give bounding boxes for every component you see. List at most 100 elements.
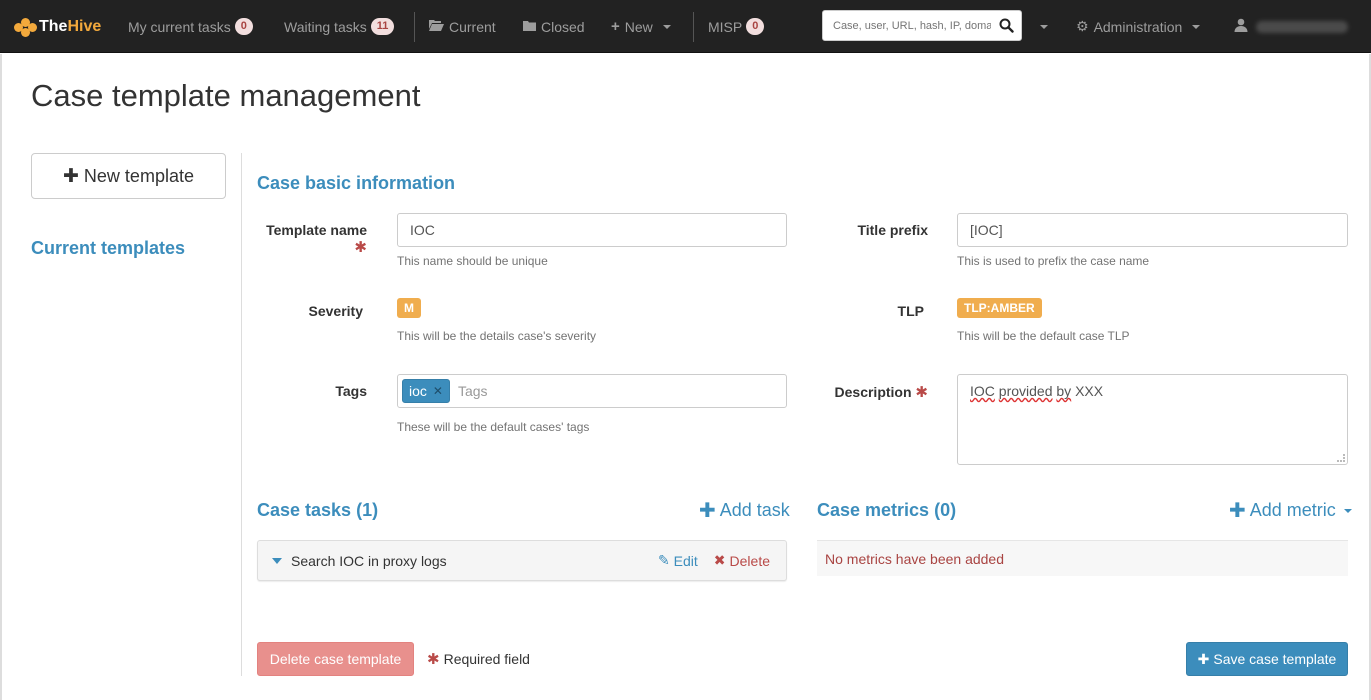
case-tasks-heading: Case tasks (1) [257, 500, 379, 520]
add-task-label: Add task [719, 500, 790, 520]
description-word: IOC [970, 383, 995, 399]
tag-chip-label: ioc [409, 383, 427, 399]
delete-task-button[interactable]: ✖ Delete [714, 552, 770, 569]
description-textarea[interactable]: IOC provided by XXX [957, 374, 1348, 465]
chevron-down-icon [1192, 24, 1201, 29]
search-icon[interactable] [991, 11, 1021, 40]
search-options-dropdown[interactable] [1030, 0, 1048, 53]
nav-misp[interactable]: MISP 0 [708, 0, 765, 53]
description-word: by [1056, 383, 1072, 399]
global-search [822, 10, 1022, 41]
edit-task-label: Edit [673, 552, 698, 569]
delete-task-label: Delete [729, 552, 770, 569]
required-asterisk-icon: ✱ [354, 239, 367, 256]
nav-divider [414, 12, 415, 42]
misp-count-badge: 0 [746, 18, 765, 35]
metrics-empty-message: No metrics have been added [817, 540, 1348, 576]
template-name-input[interactable]: IOC [397, 213, 787, 247]
close-icon: ✖ [713, 552, 726, 568]
add-task-button[interactable]: ✚ Add task [699, 498, 790, 523]
nav-closed[interactable]: Closed [523, 0, 585, 53]
chevron-down-icon [1343, 508, 1352, 513]
pencil-icon: ✎ [657, 552, 670, 568]
nav-current[interactable]: Current [429, 0, 496, 53]
template-name-help: This name should be unique [397, 254, 548, 268]
nav-current-label: Current [449, 18, 496, 35]
folder-icon [523, 20, 536, 34]
search-input[interactable] [823, 11, 991, 40]
tag-chip: ioc ✕ [402, 379, 450, 403]
new-template-label: New template [83, 165, 194, 186]
new-template-button[interactable]: ✚ New template [31, 153, 226, 199]
tlp-help: This will be the default case TLP [957, 329, 1130, 343]
title-prefix-label: Title prefix [857, 222, 928, 238]
chevron-down-icon [662, 24, 671, 29]
brand-logo[interactable]: The Hive [14, 0, 101, 53]
title-prefix-help: This is used to prefix the case name [957, 254, 1150, 268]
resize-handle-icon[interactable] [1337, 454, 1345, 462]
delete-case-template-button[interactable]: Delete case template [257, 642, 414, 676]
plus-icon: ✚ [1229, 500, 1246, 522]
nav-user-menu[interactable] [1234, 0, 1348, 53]
basic-info-heading: Case basic information [257, 173, 456, 193]
save-case-template-label: Save case template [1213, 651, 1337, 667]
required-field-note: ✱ Required field [427, 650, 530, 668]
plus-icon: ✚ [63, 165, 79, 187]
waiting-tasks-count-badge: 11 [370, 18, 395, 35]
description-label-text: Description [834, 384, 912, 400]
nav-waiting-tasks-label: Waiting tasks [284, 18, 367, 35]
severity-selector[interactable]: M [397, 298, 421, 318]
task-name: Search IOC in proxy logs [291, 552, 447, 569]
description-label: Description ✱ [818, 383, 928, 401]
description-word: provided [998, 383, 1053, 399]
hive-logo-icon [14, 17, 37, 37]
case-metrics-heading: Case metrics (0) [817, 500, 957, 520]
nav-divider [693, 12, 694, 42]
template-name-label: Template name ✱ [257, 222, 367, 256]
nav-waiting-tasks[interactable]: Waiting tasks 11 [284, 0, 395, 53]
add-metric-dropdown[interactable]: ✚ Add metric [1229, 498, 1352, 523]
task-item[interactable]: Search IOC in proxy logs ✎ Edit ✖ Delete [257, 540, 787, 581]
gear-icon: ⚙ [1076, 18, 1089, 34]
nav-administration-label: Administration [1093, 18, 1183, 35]
top-navbar: The Hive My current tasks 0 Waiting tasks… [0, 0, 1371, 53]
brand-the: The [39, 17, 68, 35]
plus-icon: ✚ [699, 500, 716, 522]
required-asterisk-icon: ✱ [427, 651, 440, 668]
nav-administration[interactable]: ⚙ Administration [1076, 0, 1201, 53]
nav-my-current-tasks[interactable]: My current tasks 0 [128, 0, 253, 53]
sidebar-divider [241, 153, 242, 676]
tlp-selector[interactable]: TLP:AMBER [957, 298, 1042, 318]
nav-closed-label: Closed [541, 18, 585, 35]
required-asterisk-icon: ✱ [915, 384, 928, 401]
severity-label: Severity [308, 303, 363, 319]
tags-help: These will be the default cases' tags [397, 420, 590, 434]
current-templates-heading: Current templates [31, 238, 186, 258]
nav-misp-label: MISP [708, 18, 743, 35]
remove-tag-icon[interactable]: ✕ [433, 384, 443, 398]
brand-hive: Hive [67, 17, 102, 35]
tags-label: Tags [335, 383, 367, 399]
severity-help: This will be the details case's severity [397, 329, 597, 343]
page-left-border [0, 54, 2, 700]
tags-input[interactable]: ioc ✕ Tags [397, 374, 787, 408]
save-case-template-button[interactable]: ✚ Save case template [1186, 642, 1348, 676]
plus-icon: + [611, 18, 620, 35]
nav-new-label: New [624, 18, 653, 35]
nav-my-current-tasks-label: My current tasks [128, 18, 231, 35]
tlp-label: TLP [897, 303, 924, 319]
user-name-redacted [1256, 20, 1348, 33]
plus-icon: ✚ [1197, 650, 1210, 667]
caret-down-icon[interactable] [272, 557, 282, 564]
tags-placeholder: Tags [457, 383, 488, 399]
title-prefix-input[interactable]: [IOC] [957, 213, 1348, 247]
template-name-label-text: Template name [266, 222, 367, 238]
edit-task-button[interactable]: ✎ Edit [658, 552, 698, 569]
required-field-label: Required field [443, 651, 530, 667]
my-tasks-count-badge: 0 [234, 18, 253, 35]
folder-open-icon [429, 19, 444, 34]
chevron-down-icon [1040, 24, 1048, 29]
user-icon [1234, 18, 1248, 35]
page-title: Case template management [31, 78, 421, 113]
nav-new-dropdown[interactable]: + New [611, 0, 671, 53]
